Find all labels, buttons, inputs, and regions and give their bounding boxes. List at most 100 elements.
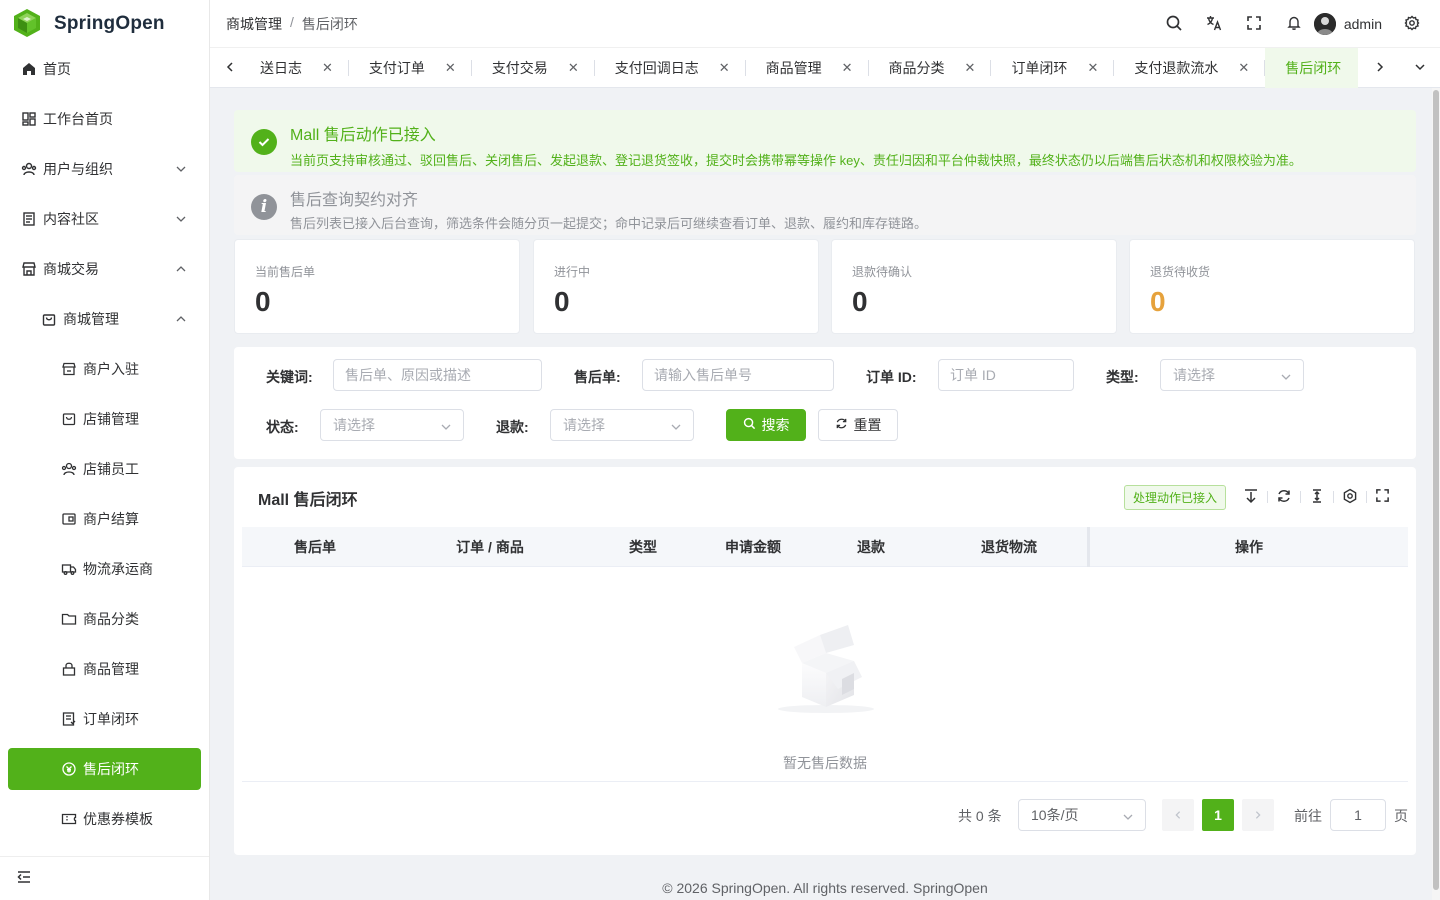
close-icon[interactable]: ✕ bbox=[965, 60, 976, 76]
tabs-scroll-right-button[interactable] bbox=[1360, 48, 1400, 88]
brand-name: SpringOpen bbox=[54, 13, 165, 34]
footer-copyright: © 2026 SpringOpen. All rights reserved. … bbox=[662, 880, 988, 896]
sidebar-item-label: 内容社区 bbox=[43, 211, 99, 227]
tab-pay-trade[interactable]: 支付交易 ✕ bbox=[472, 48, 595, 88]
sidebar-item-store-staff[interactable]: 店铺员工 bbox=[8, 448, 201, 490]
brand-logo[interactable]: SpringOpen bbox=[0, 0, 209, 48]
sidebar-item-merchant-settle[interactable]: 商户结算 bbox=[8, 498, 201, 540]
bell-icon bbox=[1286, 15, 1302, 34]
tab-send-log[interactable]: 送日志 ✕ bbox=[250, 48, 349, 88]
stat-value: 0 bbox=[255, 286, 271, 317]
sidebar-item-label: 售后闭环 bbox=[83, 761, 139, 777]
search-icon bbox=[1165, 14, 1183, 35]
sidebar-item-users-org[interactable]: 用户与组织 bbox=[8, 148, 201, 190]
type-select[interactable]: 请选择 bbox=[1160, 359, 1304, 391]
scrollbar-thumb[interactable] bbox=[1433, 90, 1439, 890]
sidebar-item-label: 物流承运商 bbox=[83, 561, 153, 577]
breadcrumb-item[interactable]: 商城管理 bbox=[226, 14, 282, 34]
keyword-input[interactable] bbox=[333, 359, 542, 391]
tab-refund-flow[interactable]: 支付退款流水 ✕ bbox=[1114, 48, 1266, 88]
export-button[interactable] bbox=[1234, 484, 1267, 510]
staff-icon bbox=[60, 460, 78, 478]
table-title: Mall 售后闭环 bbox=[258, 492, 358, 509]
tab-product-category[interactable]: 商品分类 ✕ bbox=[869, 48, 992, 88]
sidebar-item-merchant-onboard[interactable]: 商户入驻 bbox=[8, 348, 201, 390]
tabs-scroll-left-button[interactable] bbox=[210, 48, 250, 88]
select-placeholder: 请选择 bbox=[1173, 367, 1215, 383]
tab-pay-order[interactable]: 支付订单 ✕ bbox=[349, 48, 472, 88]
sidebar-item-aftersale-loop[interactable]: 售后闭环 bbox=[8, 748, 201, 790]
page-number-button[interactable]: 1 bbox=[1202, 799, 1234, 831]
collapse-sidebar-button[interactable] bbox=[0, 856, 209, 900]
refresh-icon bbox=[835, 417, 848, 433]
stat-label: 退货待收货 bbox=[1150, 265, 1211, 279]
close-icon[interactable]: ✕ bbox=[322, 60, 333, 76]
column-header: 类型 bbox=[629, 539, 657, 555]
tab-product-manage[interactable]: 商品管理 ✕ bbox=[746, 48, 869, 88]
status-select[interactable]: 请选择 bbox=[320, 409, 464, 441]
stat-label: 当前售后单 bbox=[255, 265, 316, 279]
sidebar-item-store-manage[interactable]: 店铺管理 bbox=[8, 398, 201, 440]
close-icon[interactable]: ✕ bbox=[1087, 60, 1098, 76]
column-settings-button[interactable] bbox=[1333, 484, 1366, 510]
breadcrumb-current: 售后闭环 bbox=[301, 15, 358, 32]
next-page-button[interactable] bbox=[1242, 799, 1274, 831]
truck-icon bbox=[60, 560, 78, 578]
refund-select[interactable]: 请选择 bbox=[550, 409, 694, 441]
sidebar-item-mall-manage[interactable]: 商城管理 bbox=[8, 298, 201, 340]
sidebar-item-label: 用户与组织 bbox=[43, 161, 113, 177]
notification-button[interactable] bbox=[1274, 0, 1314, 48]
aftersale-no-input[interactable] bbox=[642, 359, 834, 391]
chevron-up-icon bbox=[175, 262, 189, 276]
stat-label: 进行中 bbox=[554, 265, 591, 279]
tab-label: 支付回调日志 bbox=[614, 60, 699, 76]
prev-page-button[interactable] bbox=[1162, 799, 1194, 831]
search-button[interactable]: 搜索 bbox=[726, 409, 806, 441]
close-icon[interactable]: ✕ bbox=[719, 60, 730, 76]
sidebar-item-order-loop[interactable]: 订单闭环 bbox=[8, 698, 201, 740]
translate-icon bbox=[1205, 14, 1223, 35]
sidebar-item-coupon-template[interactable]: 优惠券模板 bbox=[8, 798, 201, 840]
main-content: Mall 售后动作已接入 当前页支持审核通过、驳回售后、关闭售后、发起退款、登记… bbox=[210, 88, 1432, 900]
close-icon[interactable]: ✕ bbox=[1238, 60, 1249, 76]
close-icon[interactable]: ✕ bbox=[568, 60, 579, 76]
reset-button[interactable]: 重置 bbox=[818, 409, 898, 441]
page-suffix: 页 bbox=[1394, 808, 1408, 824]
refresh-button[interactable] bbox=[1267, 484, 1300, 510]
tab-pay-callback-log[interactable]: 支付回调日志 ✕ bbox=[595, 48, 746, 88]
fullscreen-button[interactable] bbox=[1234, 0, 1274, 48]
search-button[interactable] bbox=[1154, 0, 1194, 48]
close-icon[interactable]: ✕ bbox=[842, 60, 853, 76]
sidebar-item-content[interactable]: 内容社区 bbox=[8, 198, 201, 240]
sidebar-item-logistics-carrier[interactable]: 物流承运商 bbox=[8, 548, 201, 590]
alert-description: 当前页支持审核通过、驳回售后、关闭售后、发起退款、登记退货签收，提交时会携带幂等… bbox=[290, 153, 1302, 168]
sidebar-item-mall-trade[interactable]: 商城交易 bbox=[8, 248, 201, 290]
sidebar-item-workbench[interactable]: 工作台首页 bbox=[8, 98, 201, 140]
main-scrollbar[interactable] bbox=[1432, 88, 1440, 900]
sidebar-item-product-manage[interactable]: 商品管理 bbox=[8, 648, 201, 690]
tab-order-loop[interactable]: 订单闭环 ✕ bbox=[991, 48, 1115, 88]
sidebar-item-home[interactable]: 首页 bbox=[8, 48, 201, 90]
aftersale-table-panel: Mall 售后闭环 处理动作已接入 售后单 订单 / 商品 类型 申请金额 退款… bbox=[234, 467, 1416, 855]
aftersale-icon bbox=[60, 760, 78, 778]
language-button[interactable] bbox=[1194, 0, 1234, 48]
chevron-up-icon bbox=[175, 312, 189, 326]
tabs-menu-button[interactable] bbox=[1400, 48, 1440, 88]
tab-label: 送日志 bbox=[260, 60, 302, 76]
tab-label: 售后闭环 bbox=[1285, 60, 1342, 76]
username[interactable]: admin bbox=[1344, 16, 1382, 32]
sidebar-item-label: 商城交易 bbox=[43, 261, 99, 277]
avatar[interactable] bbox=[1313, 13, 1336, 35]
close-icon[interactable]: ✕ bbox=[445, 60, 456, 76]
tab-aftersale-loop[interactable]: 售后闭环✕ bbox=[1265, 48, 1358, 88]
table-fullscreen-button[interactable] bbox=[1366, 484, 1399, 510]
tab-label: 商品管理 bbox=[765, 60, 822, 76]
export-icon bbox=[1243, 488, 1259, 507]
settings-button[interactable] bbox=[1392, 0, 1432, 48]
density-button[interactable] bbox=[1300, 484, 1333, 510]
sidebar-item-product-category[interactable]: 商品分类 bbox=[8, 598, 201, 640]
page-size-select[interactable]: 10条/页 bbox=[1018, 799, 1146, 831]
goto-page-input[interactable] bbox=[1330, 799, 1386, 831]
search-form: 关键词: 售后单: 订单 ID: 类型: 请选择 状态: 请选择 退款: 请选择… bbox=[234, 347, 1416, 459]
order-id-input[interactable] bbox=[938, 359, 1074, 391]
